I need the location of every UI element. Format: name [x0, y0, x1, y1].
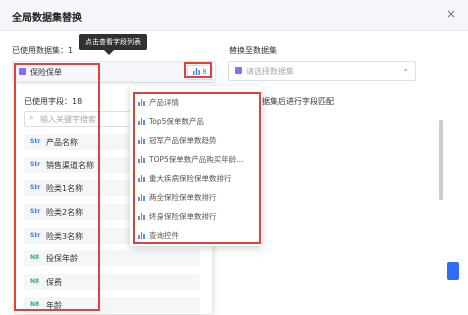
field-name: 年龄	[46, 301, 62, 310]
chart-name: TOP5保单数产品购买年龄...	[149, 155, 244, 164]
field-name: 保费	[46, 278, 62, 287]
field-name: 险类1名称	[46, 184, 84, 193]
chart-name: Top5保单数产品	[149, 117, 204, 126]
field-item[interactable]: N8 保费	[24, 274, 200, 290]
bar-chart-icon	[138, 213, 145, 220]
tooltip-arrow	[104, 50, 114, 55]
chart-list-item[interactable]: 两全保险保单数排行	[138, 192, 258, 206]
close-icon[interactable]: ×	[446, 7, 456, 21]
field-charts-panel: 产品详情 Top5保单数产品 冠军产品保单数趋势 TOP5保单数产品购买年龄..…	[130, 86, 262, 246]
source-dataset-row[interactable]: 保险保单 8	[12, 61, 216, 83]
bar-chart-icon	[138, 156, 145, 163]
field-count-value: 8	[202, 68, 207, 76]
used-fields-title: 已使用字段：18	[24, 97, 83, 106]
field-list-tooltip: 点击查看字段列表	[79, 34, 147, 50]
field-name: 险类2名称	[46, 208, 84, 217]
bar-chart-icon	[138, 99, 145, 106]
field-type-badge: Str	[30, 232, 41, 239]
field-count-button[interactable]: 8	[187, 65, 213, 80]
field-type-badge: N8	[30, 254, 40, 261]
dataset-cube-icon	[235, 67, 242, 74]
bar-chart-icon	[138, 118, 145, 125]
field-type-badge: N8	[30, 301, 40, 308]
field-type-badge: Str	[30, 184, 41, 191]
chart-name: 查询控件	[149, 231, 179, 240]
used-datasets-label: 已使用数据集：1	[12, 46, 74, 55]
chart-list-item[interactable]: 查询控件	[138, 230, 258, 244]
scrollbar[interactable]	[439, 120, 443, 200]
source-dataset-name: 保险保单	[30, 68, 62, 77]
target-dataset-placeholder: 请选择数据集	[246, 67, 294, 76]
chart-list-item[interactable]: Top5保单数产品	[138, 116, 258, 130]
dialog-header: 全局数据集替换 ×	[0, 0, 468, 31]
dialog-title: 全局数据集替换	[12, 13, 82, 24]
chart-list-item[interactable]: 终身保险保单数排行	[138, 211, 258, 225]
chart-name: 冠军产品保单数趋势	[149, 136, 217, 145]
field-name: 投保年龄	[46, 254, 78, 263]
target-dataset-label: 替换至数据集	[229, 46, 277, 55]
field-name: 产品名称	[46, 138, 78, 147]
chart-list-item[interactable]: 产品详情	[138, 97, 258, 111]
field-item[interactable]: N8 年龄	[24, 297, 200, 313]
chart-list-item[interactable]: 重大疾病保险保单数排行	[138, 173, 258, 187]
replace-dataset-dialog: 全局数据集替换 × 已使用数据集：1 点击查看字段列表 替换至数据集 保险保单 …	[0, 0, 468, 315]
chart-name: 产品详情	[149, 98, 179, 107]
chart-list-item[interactable]: TOP5保单数产品购买年龄...	[138, 154, 258, 168]
chart-name: 两全保险保单数排行	[149, 193, 217, 202]
field-match-hint: 据集后进行字段匹配	[262, 97, 334, 106]
bar-chart-icon	[193, 68, 201, 75]
bar-chart-icon	[138, 175, 145, 182]
search-icon: ⌕	[29, 113, 34, 122]
confirm-button[interactable]	[447, 262, 459, 280]
chart-list-item[interactable]: 冠军产品保单数趋势	[138, 135, 258, 149]
target-dataset-select[interactable]: 请选择数据集 ⌄	[228, 61, 416, 81]
chart-name: 重大疾病保险保单数排行	[149, 174, 232, 183]
field-item[interactable]: N8 投保年龄	[24, 250, 200, 266]
field-type-badge: Str	[30, 208, 41, 215]
chevron-down-icon: ⌄	[402, 64, 409, 73]
field-type-badge: Str	[30, 138, 41, 145]
field-name: 险类3名称	[46, 232, 84, 241]
field-name: 销售渠道名称	[46, 161, 94, 170]
bar-chart-icon	[138, 137, 145, 144]
field-search-placeholder: 输入关键字搜索	[40, 115, 96, 124]
field-type-badge: N8	[30, 278, 40, 285]
chart-name: 终身保险保单数排行	[149, 212, 217, 221]
bar-chart-icon	[138, 232, 145, 239]
bar-chart-icon	[138, 194, 145, 201]
dataset-cube-icon	[19, 68, 26, 75]
field-type-badge: Str	[30, 161, 41, 168]
